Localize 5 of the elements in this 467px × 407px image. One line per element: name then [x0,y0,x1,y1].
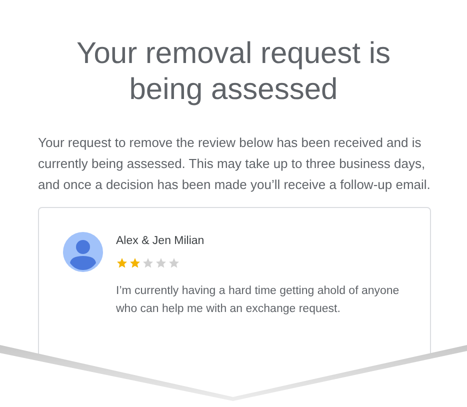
page-title: Your removal request is being assessed [75,36,392,108]
review-text: I’m currently having a hard time getting ahold of anyone who can help me with an exchange request. [116,284,400,317]
avatar-icon [63,232,103,272]
status-message: Your request to remove the review below has been received and is currently being assessed. This may take up to three business days, and once a decision has been made you’ll receive a follow-up email. [38,134,432,194]
reviewer-name: Alex & Jen Milian [116,235,206,247]
